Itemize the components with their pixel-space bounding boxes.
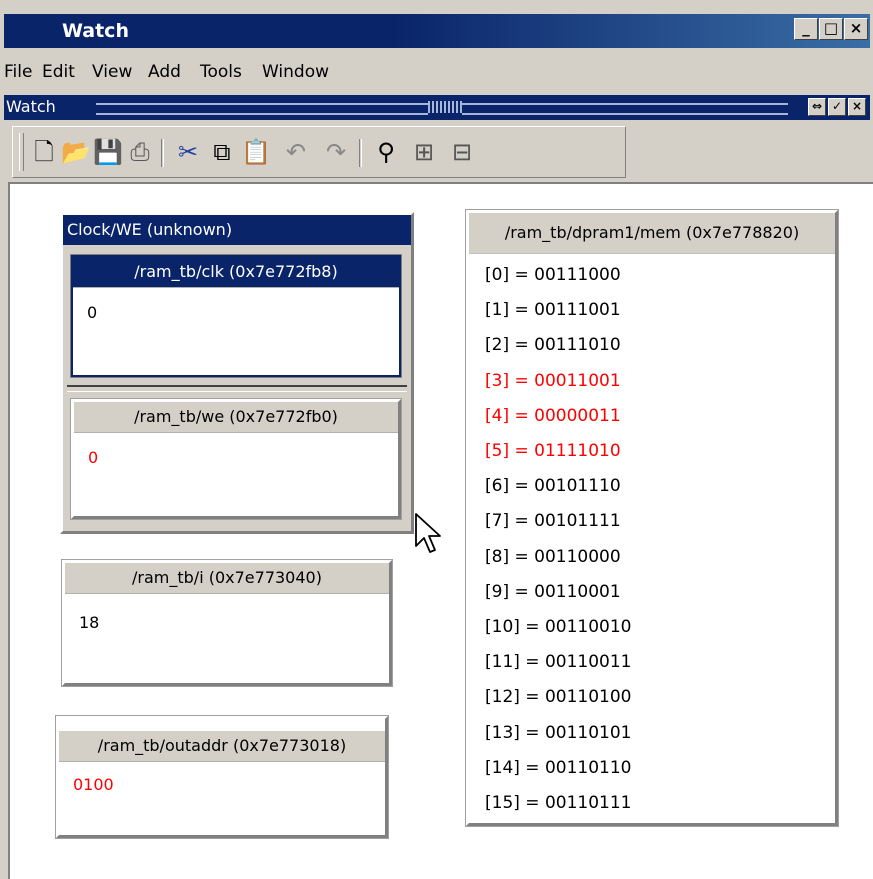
panel-label: /ram_tb/i (0x7e773040)	[65, 563, 389, 594]
drag-grip-left[interactable]	[96, 103, 428, 115]
memory-row: [15] = 00110111	[485, 793, 632, 813]
panel-label: /ram_tb/clk (0x7e772fb8)	[73, 257, 399, 288]
print-icon[interactable]: ⎙	[125, 137, 155, 167]
memory-row: [0] = 00111000	[485, 265, 621, 285]
undo-icon[interactable]: ↶	[281, 137, 311, 167]
memory-row: [4] = 00000011	[485, 405, 621, 426]
drag-grip-handle[interactable]	[428, 101, 462, 113]
menu-bar: File Edit View Add Tools Window	[4, 52, 870, 88]
save-icon[interactable]: 💾	[93, 137, 123, 167]
minimize-button[interactable]: _	[794, 18, 818, 40]
panel-value: 0100	[73, 775, 114, 794]
menu-window[interactable]: Window	[262, 62, 329, 82]
collapse-icon[interactable]: ⊟	[447, 137, 477, 167]
panel-value: 0	[88, 448, 99, 467]
panel-value: 18	[79, 613, 100, 632]
watch-pane-titlebar[interactable]: Watch ⇔ ✓ ×	[4, 95, 870, 120]
memory-row: [5] = 01111010	[485, 441, 621, 461]
memory-row: [3] = 00011001	[485, 370, 621, 391]
watch-panel-we[interactable]: /ram_tb/we (0x7e772fb0) 0	[70, 398, 402, 520]
memory-row: [6] = 00101110	[485, 476, 621, 497]
toolbar-separator	[161, 139, 164, 167]
pane-close-icon[interactable]: ×	[848, 98, 866, 116]
maximize-button[interactable]: □	[819, 18, 843, 40]
menu-tools[interactable]: Tools	[200, 62, 242, 82]
menu-edit[interactable]: Edit	[42, 62, 75, 82]
watch-window: Watch _ □ × File Edit View Add Tools Win…	[0, 0, 873, 879]
memory-row: [11] = 00110011	[485, 652, 632, 673]
drag-grip-right[interactable]	[462, 103, 788, 115]
mouse-cursor-icon	[415, 513, 441, 553]
watch-panel-mem[interactable]: /ram_tb/dpram1/mem (0x7e778820) [0] = 00…	[465, 209, 839, 827]
group-title: Clock/WE (unknown)	[63, 215, 411, 245]
find-icon[interactable]: ⚲	[371, 137, 401, 167]
title-bar[interactable]: Watch _ □ ×	[4, 14, 870, 48]
memory-row: [12] = 00110100	[485, 687, 632, 708]
redo-icon[interactable]: ↷	[321, 137, 351, 167]
watch-panel-clk[interactable]: /ram_tb/clk (0x7e772fb8) 0	[70, 254, 402, 378]
open-folder-icon[interactable]: 📂	[61, 137, 91, 167]
toolbar-grip[interactable]	[19, 133, 24, 171]
copy-icon[interactable]: ⧉	[207, 137, 237, 167]
memory-row: [8] = 00110000	[485, 546, 621, 567]
panel-value: 0	[87, 303, 98, 322]
panel-label: /ram_tb/dpram1/mem (0x7e778820)	[469, 213, 835, 254]
panel-label: /ram_tb/outaddr (0x7e773018)	[59, 731, 385, 762]
memory-row: [1] = 00111001	[485, 300, 621, 321]
panel-label: /ram_tb/we (0x7e772fb0)	[74, 402, 398, 433]
watch-panel-outaddr[interactable]: /ram_tb/outaddr (0x7e773018) 0100	[55, 715, 389, 839]
toolbar-separator	[359, 139, 362, 167]
cut-icon[interactable]: ✂	[173, 137, 203, 167]
memory-row: [14] = 00110110	[485, 757, 632, 778]
expand-icon[interactable]: ⊞	[409, 137, 439, 167]
close-button[interactable]: ×	[844, 18, 868, 40]
pane-dock-icon[interactable]: ✓	[828, 98, 846, 116]
paste-icon[interactable]: 📋	[241, 137, 271, 167]
memory-row: [10] = 00110010	[485, 617, 632, 637]
toolbar: 🗋 📂 💾 ⎙ ✂ ⧉ 📋 ↶ ↷ ⚲ ⊞ ⊟	[12, 126, 626, 178]
memory-row: [2] = 00111010	[485, 335, 621, 356]
memory-row: [9] = 00110001	[485, 581, 621, 602]
watch-pane-title: Watch	[6, 97, 56, 116]
watch-panel-i[interactable]: /ram_tb/i (0x7e773040) 18	[61, 559, 393, 687]
new-file-icon[interactable]: 🗋	[29, 137, 59, 167]
memory-row: [7] = 00101111	[485, 511, 621, 532]
menu-add[interactable]: Add	[148, 62, 181, 82]
memory-row: [13] = 00110101	[485, 722, 632, 743]
menu-view[interactable]: View	[92, 62, 132, 82]
pane-float-icon[interactable]: ⇔	[808, 98, 826, 116]
group-clock-we[interactable]: Clock/WE (unknown) /ram_tb/clk (0x7e772f…	[60, 212, 414, 534]
splitter[interactable]	[67, 385, 407, 392]
window-title: Watch	[62, 20, 129, 42]
menu-file[interactable]: File	[4, 62, 32, 82]
